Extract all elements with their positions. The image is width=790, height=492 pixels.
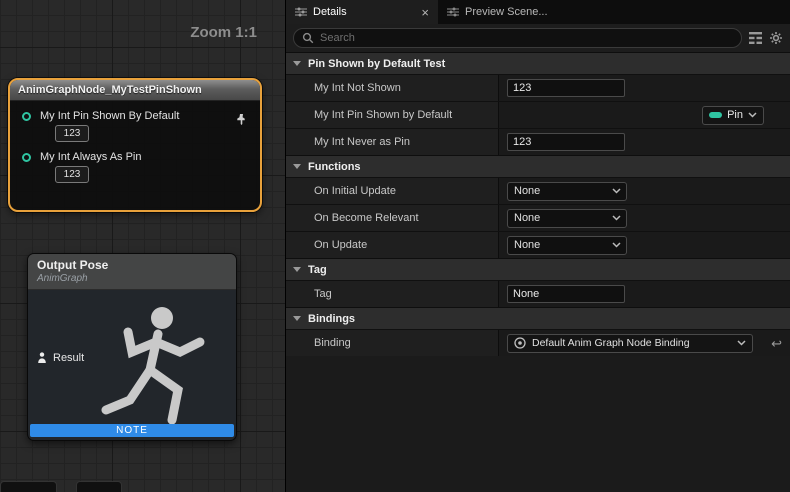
property-name: My Int Pin Shown by Default: [286, 102, 498, 128]
preview-scene-tab-icon: [447, 7, 459, 17]
result-pin-label: Result: [53, 352, 84, 364]
property-value: [498, 281, 790, 307]
node-title: Output Pose: [37, 258, 227, 272]
node-anim-graph-test[interactable]: AnimGraphNode_MyTestPinShown My Int Pin …: [8, 78, 262, 212]
property-name: My Int Not Shown: [286, 75, 498, 101]
property-name: Binding: [286, 330, 498, 356]
property-value: None: [498, 178, 790, 204]
thumbtack-pin-icon[interactable]: [236, 113, 247, 126]
node-title: AnimGraphNode_MyTestPinShown: [18, 84, 202, 96]
pin-mode-dropdown[interactable]: Pin: [702, 106, 764, 125]
section-title: Pin Shown by Default Test: [308, 58, 445, 70]
partial-node[interactable]: [76, 481, 122, 492]
section-title: Tag: [308, 264, 327, 276]
chevron-down-icon: [748, 112, 757, 118]
property-name: My Int Never as Pin: [286, 129, 498, 155]
note-bar[interactable]: NOTE: [30, 424, 234, 437]
int-pin-icon[interactable]: [22, 153, 31, 162]
tab-details[interactable]: Details ×: [286, 0, 438, 24]
details-panel: Details × Preview Scene...: [285, 0, 790, 492]
property-name: On Become Relevant: [286, 205, 498, 231]
node-subtitle: AnimGraph: [37, 273, 227, 284]
tab-preview-scene[interactable]: Preview Scene...: [438, 0, 588, 24]
result-pose-pin[interactable]: Result: [37, 352, 84, 364]
pin-capsule-icon: [709, 112, 722, 118]
tab-label: Details: [313, 6, 347, 18]
property-name: On Update: [286, 232, 498, 258]
chevron-down-icon: [607, 215, 626, 221]
partial-node[interactable]: [0, 481, 57, 492]
chevron-down-icon: [293, 267, 301, 272]
chevron-down-icon: [607, 242, 626, 248]
mannequin-preview-image: [98, 302, 223, 437]
binding-dropdown[interactable]: Default Anim Graph Node Binding: [507, 334, 753, 353]
unreal-editor-window: Zoom 1:1 AnimGraphNode_MyTestPinShown My…: [0, 0, 790, 492]
property-value: Pin: [498, 102, 790, 128]
pin-value-input[interactable]: [55, 125, 89, 142]
property-row: My Int Pin Shown by Default Pin: [286, 101, 790, 128]
property-value: None: [498, 205, 790, 231]
property-row: My Int Never as Pin: [286, 128, 790, 155]
search-box[interactable]: [293, 28, 742, 48]
section-functions[interactable]: Functions: [286, 155, 790, 177]
section-title: Functions: [308, 161, 361, 173]
section-tag[interactable]: Tag: [286, 258, 790, 280]
reset-to-default-icon[interactable]: ↩: [771, 337, 782, 350]
property-value: [498, 75, 790, 101]
chevron-down-icon: [293, 316, 301, 321]
chevron-down-icon: [607, 188, 626, 194]
binding-icon: [514, 337, 526, 349]
anim-graph-canvas[interactable]: Zoom 1:1 AnimGraphNode_MyTestPinShown My…: [0, 0, 285, 492]
property-row: On Initial Update None: [286, 177, 790, 204]
property-value: [498, 129, 790, 155]
pin-label: My Int Pin Shown By Default: [40, 110, 179, 122]
pin-label: My Int Always As Pin: [40, 151, 141, 163]
my-int-not-shown-input[interactable]: [507, 79, 625, 97]
my-int-never-as-pin-input[interactable]: [507, 133, 625, 151]
property-value: None: [498, 232, 790, 258]
search-input[interactable]: [320, 32, 733, 44]
node-output-pose[interactable]: Output Pose AnimGraph: [27, 253, 237, 441]
search-row: [286, 24, 790, 52]
property-value: Default Anim Graph Node Binding ↩: [498, 330, 790, 356]
tab-label: Preview Scene...: [465, 6, 548, 18]
pose-person-icon: [37, 352, 47, 364]
pin-row[interactable]: My Int Pin Shown By Default: [22, 110, 260, 122]
section-title: Bindings: [308, 313, 355, 325]
property-row: On Become Relevant None: [286, 204, 790, 231]
chevron-down-icon: [293, 61, 301, 66]
node-header[interactable]: AnimGraphNode_MyTestPinShown: [10, 80, 260, 101]
on-become-relevant-dropdown[interactable]: None: [507, 209, 627, 228]
on-update-dropdown[interactable]: None: [507, 236, 627, 255]
node-header[interactable]: Output Pose AnimGraph: [28, 254, 236, 290]
note-label: NOTE: [116, 425, 148, 436]
property-name: On Initial Update: [286, 178, 498, 204]
display-filter-icon[interactable]: [749, 32, 762, 44]
section-pin-shown-by-default-test[interactable]: Pin Shown by Default Test: [286, 52, 790, 74]
gear-icon[interactable]: [769, 31, 783, 45]
property-list: Pin Shown by Default Test My Int Not Sho…: [286, 52, 790, 492]
on-initial-update-dropdown[interactable]: None: [507, 182, 627, 201]
tag-input[interactable]: [507, 285, 625, 303]
property-row: Binding Default Anim Graph Node Binding …: [286, 329, 790, 356]
chevron-down-icon: [293, 164, 301, 169]
property-name: Tag: [286, 281, 498, 307]
panel-tab-bar: Details × Preview Scene...: [286, 0, 790, 24]
pin-row[interactable]: My Int Always As Pin: [22, 151, 260, 163]
property-row: On Update None: [286, 231, 790, 258]
property-row: Tag: [286, 280, 790, 307]
section-bindings[interactable]: Bindings: [286, 307, 790, 329]
pin-value-input[interactable]: [55, 166, 89, 183]
details-tab-icon: [295, 7, 307, 17]
zoom-indicator: Zoom 1:1: [190, 24, 257, 41]
chevron-down-icon: [737, 340, 746, 346]
close-icon[interactable]: ×: [421, 6, 429, 19]
property-row: My Int Not Shown: [286, 74, 790, 101]
search-icon: [302, 32, 314, 44]
int-pin-icon[interactable]: [22, 112, 31, 121]
